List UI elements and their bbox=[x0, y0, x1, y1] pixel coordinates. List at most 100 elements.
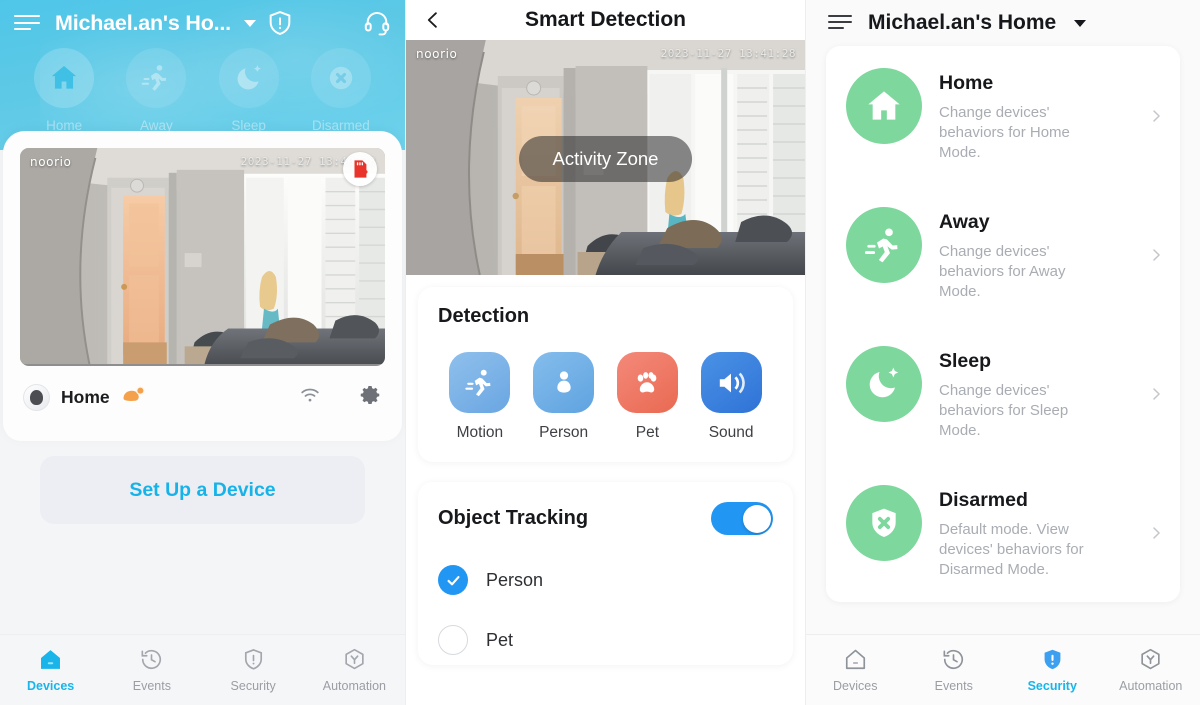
tab-events[interactable]: Events bbox=[905, 647, 1004, 693]
tracking-option-label: Pet bbox=[486, 629, 514, 650]
tab-devices[interactable]: Devices bbox=[0, 647, 101, 693]
chevron-right-icon[interactable] bbox=[1148, 247, 1164, 263]
wifi-icon[interactable] bbox=[299, 385, 321, 410]
headset-icon[interactable] bbox=[363, 9, 391, 37]
devices-panel: Michael.an's Ho... Home Away Sleep Disar… bbox=[0, 0, 405, 705]
detection-label: Motion bbox=[456, 424, 504, 441]
object-tracking-title: Object Tracking bbox=[438, 507, 589, 529]
tab-label: Devices bbox=[26, 679, 75, 693]
video-timestamp: 2023-11-27 13:41:28 bbox=[660, 47, 796, 60]
motion-running-icon bbox=[449, 352, 511, 413]
detection-item-person[interactable]: Person bbox=[522, 352, 606, 442]
mode-chip-disarmed[interactable]: Disarmed bbox=[295, 48, 387, 133]
left-header: Michael.an's Ho... bbox=[0, 0, 405, 46]
smart-detection-panel: Smart Detection noorio 2023-11-27 13:41:… bbox=[405, 0, 805, 705]
mode-row-home[interactable]: Home Change devices' behaviors for Home … bbox=[826, 46, 1180, 185]
gear-icon[interactable] bbox=[358, 383, 382, 412]
chevron-right-icon[interactable] bbox=[1148, 108, 1164, 124]
chevron-down-icon[interactable] bbox=[243, 19, 256, 27]
device-card: noorio 2023-11-27 13:40:38 ? Home bbox=[3, 131, 402, 441]
disarmed-icon bbox=[310, 48, 371, 108]
moon-icon bbox=[218, 48, 279, 108]
object-tracking-toggle[interactable] bbox=[711, 502, 773, 535]
modes-list-card: Home Change devices' behaviors for Home … bbox=[826, 46, 1180, 602]
detection-label: Sound bbox=[708, 424, 754, 441]
tab-security[interactable]: Security bbox=[1003, 647, 1102, 693]
chevron-down-icon[interactable] bbox=[1074, 19, 1087, 27]
checkmark-icon bbox=[438, 565, 468, 595]
mode-description: Change devices' behaviors for Home Mode. bbox=[939, 104, 1070, 161]
running-icon bbox=[846, 207, 922, 283]
activity-zone-button[interactable]: Activity Zone bbox=[518, 136, 693, 182]
disarmed-icon bbox=[846, 485, 922, 561]
sleep-hand-icon bbox=[121, 385, 147, 410]
mode-row-disarmed[interactable]: Disarmed Default mode. View devices' beh… bbox=[826, 463, 1180, 602]
mode-name: Sleep bbox=[939, 350, 992, 372]
sd-card-error-icon[interactable]: ? bbox=[343, 152, 377, 186]
mode-text: Sleep Change devices' behaviors for Slee… bbox=[922, 346, 1148, 441]
mode-row-away[interactable]: Away Change devices' behaviors for Away … bbox=[826, 185, 1180, 324]
device-row[interactable]: Home bbox=[20, 366, 385, 428]
detection-card: Detection Motion Person Pet Sound bbox=[418, 287, 793, 462]
back-chevron-icon[interactable] bbox=[422, 9, 444, 31]
tab-label: Automation bbox=[1119, 679, 1183, 693]
tab-label: Security bbox=[1027, 679, 1077, 693]
mode-chip-home[interactable]: Home bbox=[18, 48, 110, 133]
detection-item-sound[interactable]: Sound bbox=[689, 352, 773, 442]
hamburger-icon[interactable] bbox=[828, 14, 854, 32]
tab-devices[interactable]: Devices bbox=[806, 647, 905, 693]
running-icon bbox=[126, 48, 187, 108]
tab-label: Automation bbox=[322, 679, 386, 693]
mode-description: Change devices' behaviors for Away Mode. bbox=[939, 243, 1066, 300]
mode-chip-away[interactable]: Away bbox=[110, 48, 202, 133]
tab-label: Security bbox=[230, 679, 276, 693]
home-outline-icon bbox=[41, 650, 61, 669]
tracking-option-person[interactable]: Person bbox=[438, 565, 773, 595]
tab-automation[interactable]: Automation bbox=[1102, 647, 1200, 693]
svg-text:?: ? bbox=[362, 169, 368, 180]
mode-description: Change devices' behaviors for Sleep Mode… bbox=[939, 382, 1069, 439]
right-bottom-nav: Devices Events Security Automation bbox=[806, 634, 1200, 705]
tracking-option-pet[interactable]: Pet bbox=[438, 625, 773, 655]
chevron-right-icon[interactable] bbox=[1148, 386, 1164, 402]
hamburger-icon[interactable] bbox=[14, 14, 40, 32]
detection-item-motion[interactable]: Motion bbox=[438, 352, 522, 442]
mode-row-sleep[interactable]: Sleep Change devices' behaviors for Slee… bbox=[826, 324, 1180, 463]
radio-unselected-icon bbox=[438, 625, 468, 655]
camera-thumbnail[interactable]: noorio 2023-11-27 13:40:38 ? bbox=[20, 148, 385, 366]
page-title[interactable]: Michael.an's Ho... bbox=[55, 11, 231, 36]
automation-hex-icon bbox=[1141, 648, 1160, 670]
mode-name: Disarmed bbox=[939, 489, 1028, 511]
mode-text: Away Change devices' behaviors for Away … bbox=[922, 207, 1148, 302]
object-tracking-header: Object Tracking bbox=[438, 502, 773, 535]
shield-outline-icon bbox=[244, 649, 262, 670]
tab-label: Events bbox=[132, 679, 171, 693]
setup-device-button[interactable]: Set Up a Device bbox=[40, 456, 365, 524]
detection-title: Detection bbox=[438, 305, 530, 327]
detection-item-pet[interactable]: Pet bbox=[606, 352, 690, 442]
right-header: Michael.an's Home bbox=[806, 0, 1200, 46]
paw-icon bbox=[616, 352, 678, 413]
security-modes-panel: Michael.an's Home Home Change devices' b… bbox=[805, 0, 1200, 705]
tab-security[interactable]: Security bbox=[203, 647, 304, 693]
chevron-right-icon[interactable] bbox=[1148, 525, 1164, 541]
mode-text: Home Change devices' behaviors for Home … bbox=[922, 68, 1148, 163]
live-video-preview[interactable]: noorio 2023-11-27 13:41:28 Activity Zone bbox=[406, 40, 805, 275]
detection-grid: Motion Person Pet Sound bbox=[438, 352, 773, 442]
shield-filled-icon bbox=[1044, 649, 1061, 670]
history-clock-icon bbox=[943, 649, 964, 670]
mode-description: Default mode. View devices' behaviors fo… bbox=[939, 521, 1084, 578]
video-brand-label: noorio bbox=[416, 47, 458, 61]
home-outline-icon bbox=[845, 649, 865, 670]
mode-text: Disarmed Default mode. View devices' beh… bbox=[922, 485, 1148, 580]
page-title[interactable]: Michael.an's Home bbox=[868, 11, 1056, 35]
sound-speaker-icon bbox=[700, 352, 762, 413]
tab-label: Devices bbox=[833, 679, 878, 693]
tab-events[interactable]: Events bbox=[101, 647, 202, 693]
tab-automation[interactable]: Automation bbox=[304, 647, 405, 693]
mode-chip-sleep[interactable]: Sleep bbox=[203, 48, 295, 133]
detection-label: Person bbox=[539, 424, 589, 441]
detection-label: Pet bbox=[635, 424, 659, 441]
automation-hex-icon bbox=[345, 648, 364, 670]
shield-alert-icon[interactable] bbox=[266, 9, 294, 37]
